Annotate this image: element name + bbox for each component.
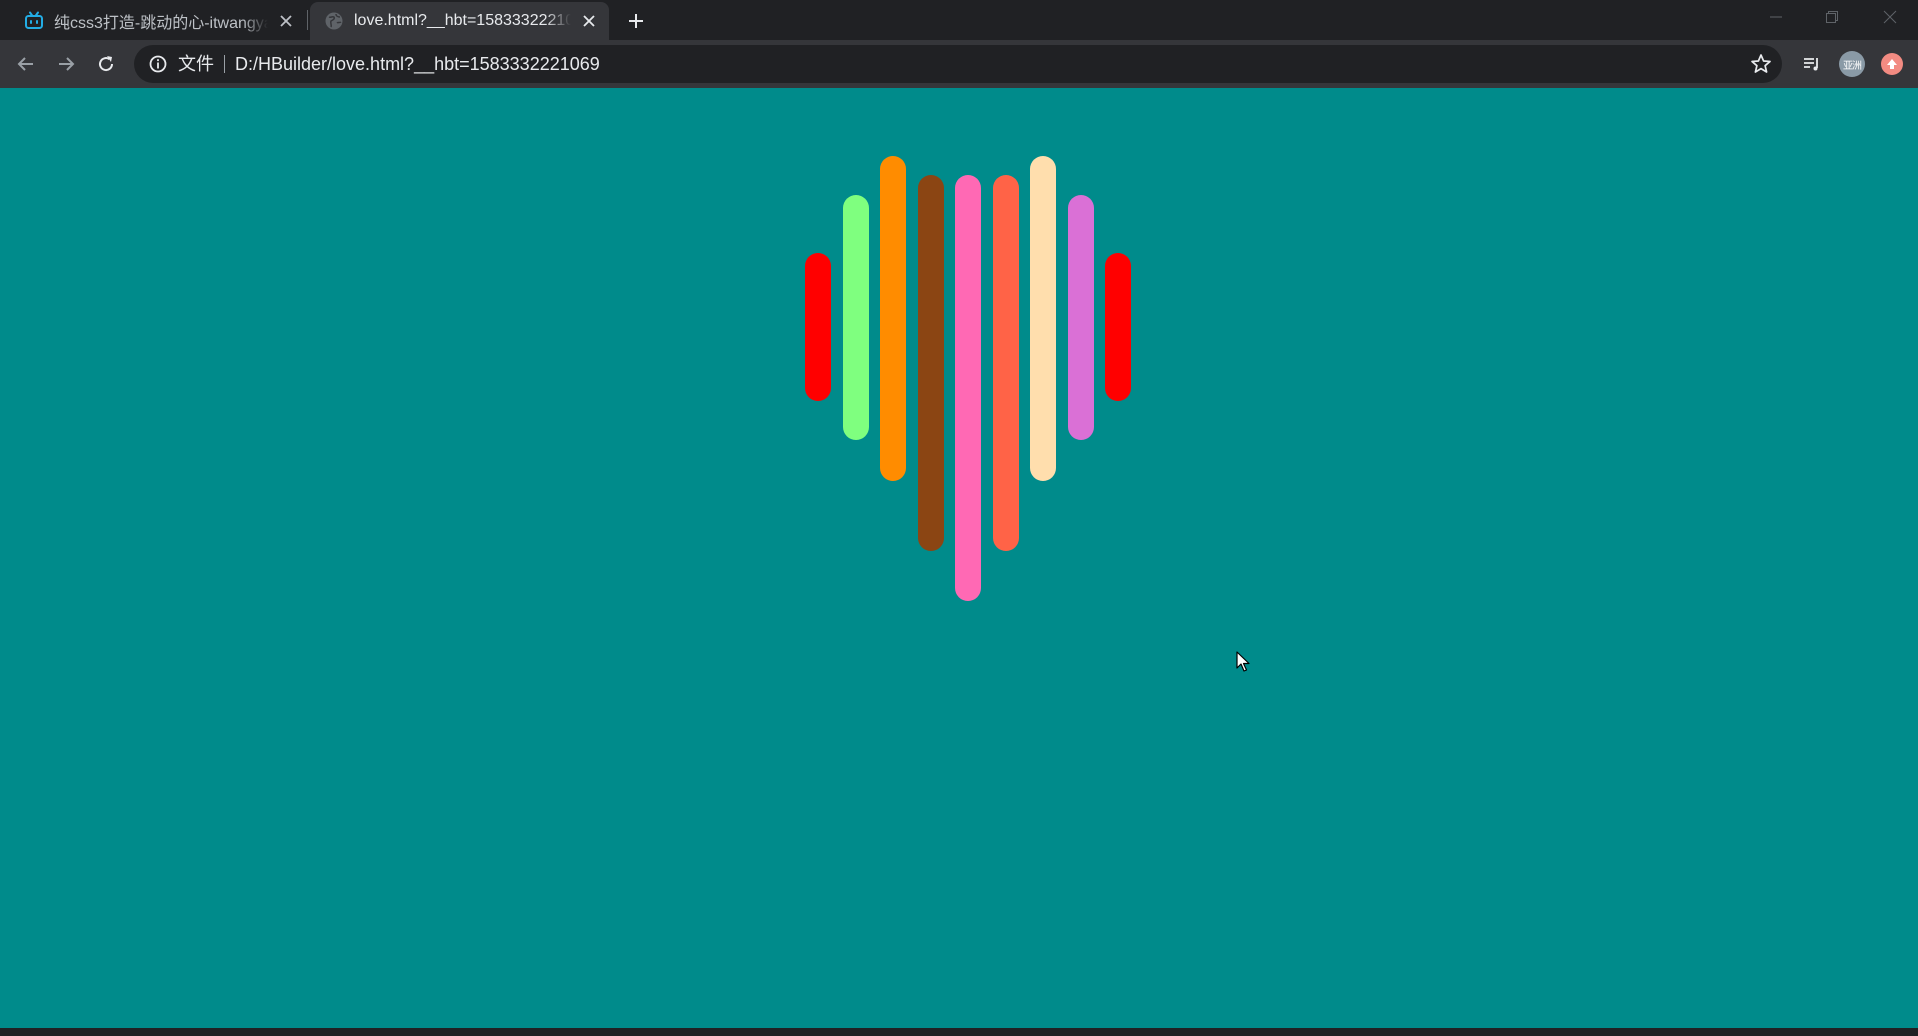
update-button[interactable] bbox=[1877, 49, 1907, 79]
restore-button[interactable] bbox=[1804, 0, 1860, 34]
heart-bar-8 bbox=[1067, 195, 1094, 441]
avatar: 亚洲 bbox=[1839, 51, 1865, 77]
media-controls-button[interactable] bbox=[1797, 49, 1827, 79]
minimize-button[interactable] bbox=[1748, 0, 1804, 34]
tab-love-html[interactable]: love.html?__hbt=1583332221069 bbox=[310, 2, 609, 40]
globe-icon bbox=[325, 12, 343, 30]
window-bottom-edge bbox=[0, 1028, 1918, 1036]
tab-title: 纯css3打造-跳动的心-itwangyang bbox=[54, 15, 268, 32]
new-tab-button[interactable] bbox=[622, 7, 650, 35]
back-button[interactable] bbox=[9, 47, 43, 81]
url-text[interactable]: D:/HBuilder/love.html?__hbt=158333222106… bbox=[235, 54, 600, 75]
tab-title: love.html?__hbt=1583332221069 bbox=[354, 12, 571, 29]
profile-button[interactable]: 亚洲 bbox=[1837, 49, 1867, 79]
mouse-cursor-icon bbox=[1236, 651, 1250, 672]
close-icon[interactable] bbox=[276, 11, 296, 31]
tab-separator bbox=[307, 10, 308, 30]
arrow-right-icon bbox=[59, 57, 75, 71]
reload-icon bbox=[99, 56, 114, 72]
heart-bar-3 bbox=[880, 155, 906, 481]
heart-bar-9 bbox=[1105, 253, 1131, 402]
star-icon[interactable] bbox=[1750, 53, 1772, 75]
info-icon[interactable] bbox=[148, 54, 168, 74]
beating-heart bbox=[0, 88, 1918, 1028]
heart-bar-4 bbox=[917, 175, 944, 552]
heart-bar-6 bbox=[992, 175, 1019, 552]
heart-bar-1 bbox=[805, 253, 831, 402]
bilibili-tv-icon bbox=[25, 11, 43, 29]
playlist-icon bbox=[1804, 58, 1818, 71]
heart-bar-2 bbox=[842, 195, 869, 441]
close-icon[interactable] bbox=[579, 11, 599, 31]
heart-bar-7 bbox=[1030, 155, 1056, 481]
browser-window: 纯css3打造-跳动的心-itwangyang love.html?__hbt=… bbox=[0, 0, 1918, 1036]
close-window-button[interactable] bbox=[1862, 0, 1918, 34]
heart-bar-5 bbox=[955, 175, 981, 602]
arrow-left-icon bbox=[17, 57, 33, 71]
plus-icon bbox=[629, 14, 643, 28]
file-scheme-chip: 文件 bbox=[178, 55, 225, 73]
toolbar: 文件 D:/HBuilder/love.html?__hbt=158333222… bbox=[0, 40, 1918, 88]
tab-strip: 纯css3打造-跳动的心-itwangyang love.html?__hbt=… bbox=[0, 0, 1918, 40]
reload-button[interactable] bbox=[89, 47, 123, 81]
address-bar[interactable]: 文件 D:/HBuilder/love.html?__hbt=158333222… bbox=[134, 45, 1782, 83]
update-indicator bbox=[1881, 53, 1903, 75]
minimize-icon bbox=[1770, 16, 1782, 18]
close-icon bbox=[1883, 10, 1897, 24]
tab-bilibili[interactable]: 纯css3打造-跳动的心-itwangyang bbox=[0, 2, 306, 40]
forward-button[interactable] bbox=[49, 47, 83, 81]
restore-icon bbox=[1826, 11, 1838, 23]
page-viewport bbox=[0, 88, 1918, 1028]
arrow-up-icon bbox=[1887, 59, 1897, 69]
